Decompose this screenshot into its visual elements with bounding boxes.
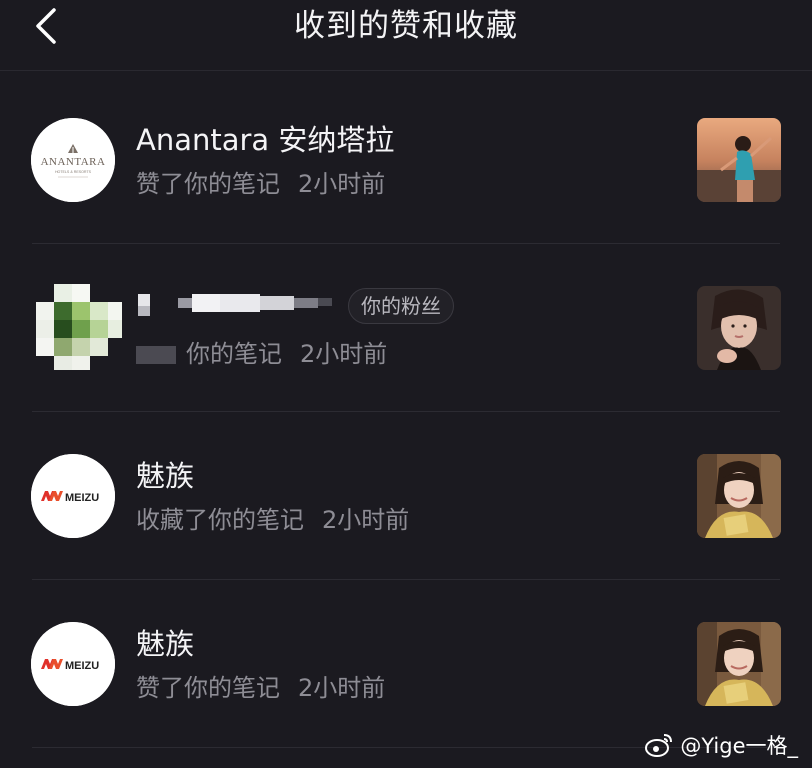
blurred-name xyxy=(138,294,332,316)
action-text: 赞了你的笔记 xyxy=(136,170,280,198)
blurred-action-prefix xyxy=(136,346,176,364)
anantara-logo: ANANTARA HOTELS & RESORTS xyxy=(31,118,115,202)
note-thumbnail[interactable] xyxy=(697,454,781,538)
blurred-avatar xyxy=(36,284,122,370)
name-line: 魅族 xyxy=(136,624,194,664)
svg-text:MEIZU: MEIZU xyxy=(65,660,99,672)
name-line: 魅族 xyxy=(136,456,194,496)
action-line: 赞了你的笔记 2小时前 xyxy=(136,166,385,202)
svg-text:ANANTARA: ANANTARA xyxy=(41,156,106,168)
user-name[interactable]: 魅族 xyxy=(136,624,194,664)
note-thumbnail[interactable] xyxy=(697,118,781,202)
timestamp: 2小时前 xyxy=(298,674,386,702)
meizu-logo: MEIZU xyxy=(31,454,115,538)
action-line: 你的笔记 2小时前 xyxy=(136,336,387,372)
action-text: 收藏了你的笔记 xyxy=(136,506,304,534)
note-thumbnail[interactable] xyxy=(697,286,781,370)
list-item[interactable]: MEIZU 魅族 收藏了你的笔记 2小时前 xyxy=(0,412,812,580)
svg-text:HOTELS & RESORTS: HOTELS & RESORTS xyxy=(55,170,92,174)
avatar-blurred[interactable] xyxy=(36,284,126,374)
meizu-logo: MEIZU xyxy=(31,622,115,706)
list-item[interactable]: 你的粉丝 你的笔记 2小时前 xyxy=(0,244,812,412)
woman-gold-dress-photo xyxy=(697,454,781,538)
avatar-anantara[interactable]: ANANTARA HOTELS & RESORTS xyxy=(31,118,115,202)
list-item[interactable]: MEIZU 魅族 赞了你的笔记 2小时前 xyxy=(0,580,812,748)
user-name[interactable]: Anantara 安纳塔拉 xyxy=(136,120,394,160)
list-item[interactable]: ANANTARA HOTELS & RESORTS Anantara 安纳塔拉 … xyxy=(0,76,812,244)
woman-gold-dress-photo xyxy=(697,622,781,706)
action-text: 你的笔记 xyxy=(186,340,282,368)
timestamp: 2小时前 xyxy=(322,506,410,534)
avatar-meizu[interactable]: MEIZU xyxy=(31,622,115,706)
woman-beach-photo xyxy=(697,118,781,202)
top-bar: 收到的赞和收藏 xyxy=(0,0,812,71)
timestamp: 2小时前 xyxy=(298,170,386,198)
user-name[interactable]: 魅族 xyxy=(136,456,194,496)
woman-selfie-photo xyxy=(697,286,781,370)
action-line: 赞了你的笔记 2小时前 xyxy=(136,670,385,706)
fan-badge: 你的粉丝 xyxy=(348,288,454,324)
weibo-icon xyxy=(645,734,673,757)
note-thumbnail[interactable] xyxy=(697,622,781,706)
name-line: 你的粉丝 xyxy=(134,288,454,324)
watermark: @Yige一格_ xyxy=(644,730,798,760)
name-line: Anantara 安纳塔拉 xyxy=(136,120,394,160)
svg-text:MEIZU: MEIZU xyxy=(65,492,99,504)
page-title: 收到的赞和收藏 xyxy=(294,8,518,44)
timestamp: 2小时前 xyxy=(300,340,388,368)
avatar-meizu[interactable]: MEIZU xyxy=(31,454,115,538)
action-line: 收藏了你的笔记 2小时前 xyxy=(136,502,409,538)
action-text: 赞了你的笔记 xyxy=(136,674,280,702)
watermark-text: @Yige一格_ xyxy=(680,734,798,758)
